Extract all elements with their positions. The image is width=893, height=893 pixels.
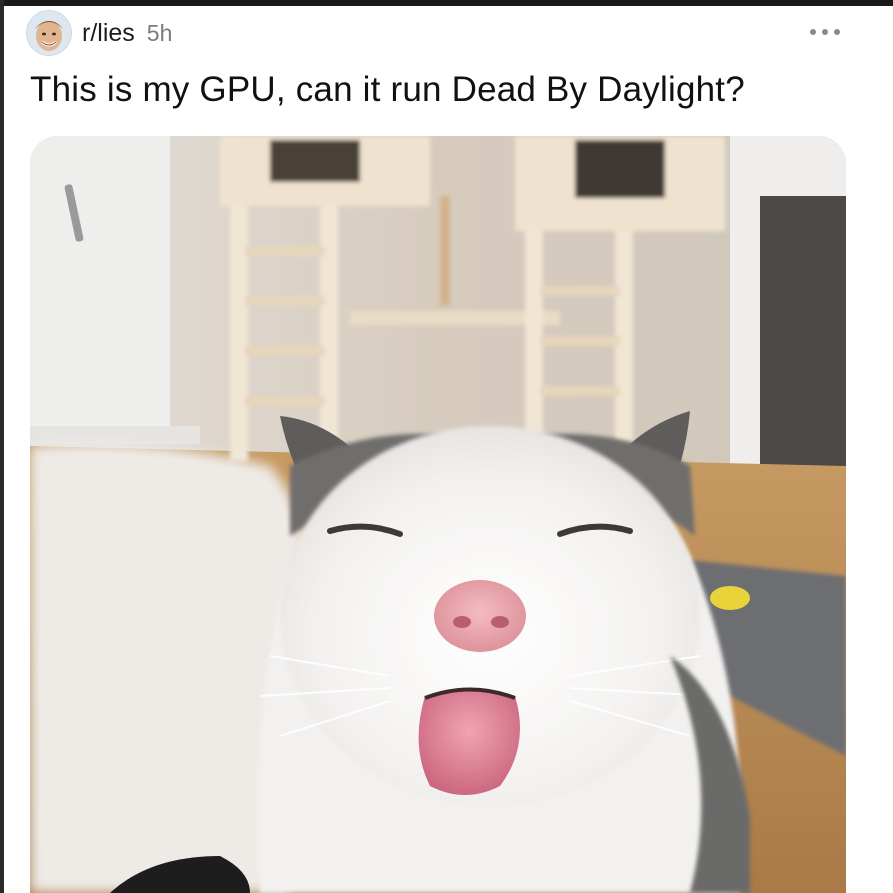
- cat: [258, 411, 750, 893]
- top-border: [0, 0, 893, 6]
- post-title[interactable]: This is my GPU, can it run Dead By Dayli…: [30, 70, 745, 110]
- cat-tongue: [418, 688, 520, 795]
- cabinet: [30, 136, 170, 436]
- post-header: r/lies 5h: [26, 10, 172, 56]
- post-image[interactable]: [30, 136, 846, 893]
- more-options-button[interactable]: [805, 18, 845, 48]
- more-horizontal-icon: [810, 29, 840, 35]
- post-time: 5h: [146, 19, 173, 46]
- avatar[interactable]: [26, 10, 72, 56]
- left-border: [0, 0, 4, 893]
- subreddit-link[interactable]: r/lies: [82, 19, 135, 48]
- avatar-face-icon: [27, 11, 71, 55]
- cat-photo: [30, 136, 846, 893]
